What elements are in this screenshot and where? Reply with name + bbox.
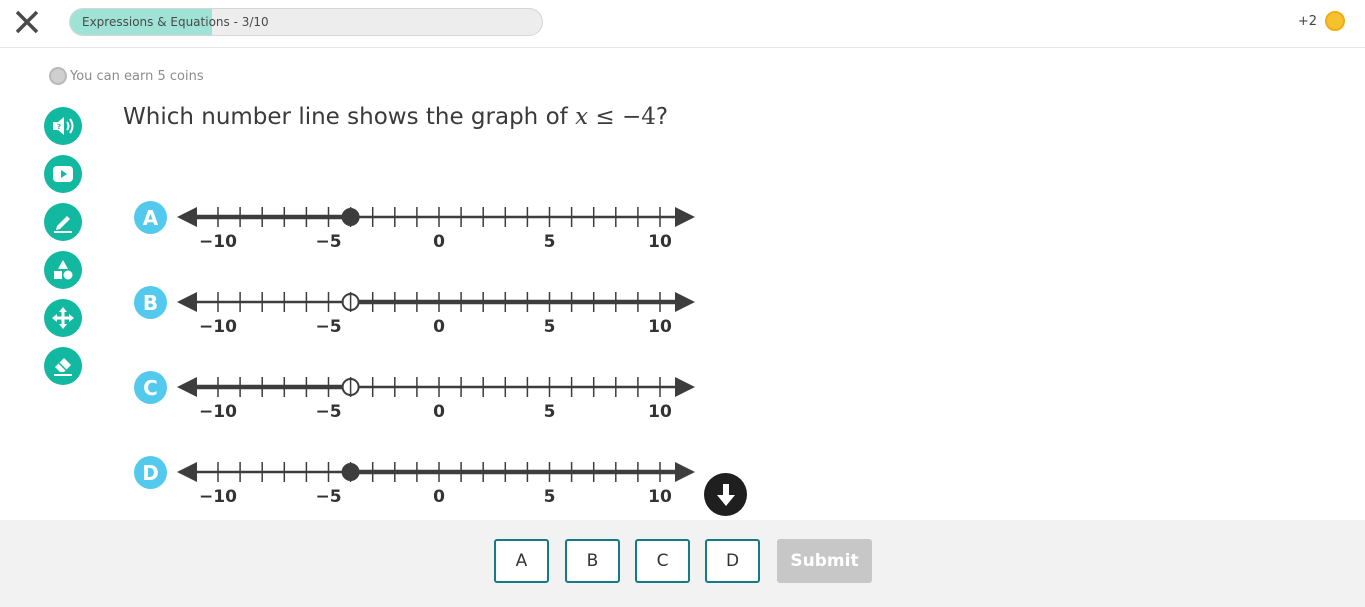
option-badge[interactable]: C <box>134 371 167 404</box>
arrow-left-icon <box>177 292 197 312</box>
shapes-button[interactable] <box>44 251 82 289</box>
option-c[interactable]: C −10 −5 0 5 10 <box>134 371 704 431</box>
draw-button[interactable] <box>44 203 82 241</box>
eraser-icon <box>54 358 72 376</box>
inequality: x ≤ −4 <box>575 104 656 130</box>
answer-button-b[interactable]: B <box>565 539 620 583</box>
tick-label: 10 <box>648 317 672 337</box>
option-b[interactable]: B −10 −5 0 5 10 <box>134 286 704 346</box>
arrow-right-icon <box>675 377 695 397</box>
tick-label: 5 <box>544 402 556 422</box>
tick-label: 0 <box>433 317 445 337</box>
tick-label: −5 <box>315 317 341 337</box>
tool-sidebar: ? <box>44 107 82 395</box>
closed-endpoint <box>341 208 360 226</box>
tick-label: 5 <box>544 317 556 337</box>
pencil-icon <box>54 216 72 233</box>
answer-footer: A B C D Submit <box>0 520 1365 607</box>
option-a[interactable]: A −10 −5 0 5 10 <box>134 201 704 261</box>
number-line-b: −10 −5 0 5 10 <box>177 292 695 337</box>
inequality-relation: ≤ −4 <box>588 104 656 130</box>
inequality-variable: x <box>575 104 589 130</box>
speaker-icon: ? <box>53 117 74 135</box>
submit-button[interactable]: Submit <box>777 539 872 583</box>
question-prefix: Which number line shows the graph of <box>123 104 576 130</box>
earn-coins-text: You can earn 5 coins <box>70 68 204 84</box>
tick-label: −10 <box>199 232 237 252</box>
coin-icon <box>1325 11 1345 31</box>
coin-counter: +2 <box>1298 11 1345 31</box>
arrow-right-icon <box>675 207 695 227</box>
tick-label: −5 <box>315 232 341 252</box>
eraser-button[interactable] <box>44 347 82 385</box>
tick-label: −10 <box>199 317 237 337</box>
svg-text:?: ? <box>57 123 61 131</box>
tick-label: 5 <box>544 232 556 252</box>
arrow-left-icon <box>177 462 197 482</box>
answer-button-c[interactable]: C <box>635 539 690 583</box>
answer-button-d[interactable]: D <box>705 539 760 583</box>
progress-bar: Expressions & Equations - 3/10 <box>69 8 543 36</box>
number-line-c: −10 −5 0 5 10 <box>177 377 695 422</box>
tick-label: 0 <box>433 232 445 252</box>
tick-label: −5 <box>315 487 341 507</box>
video-button[interactable] <box>44 155 82 193</box>
option-d[interactable]: D −10 −5 0 5 10 <box>134 456 704 516</box>
play-icon <box>53 166 73 182</box>
tick-label: 0 <box>433 402 445 422</box>
option-badge[interactable]: B <box>134 286 167 319</box>
closed-endpoint <box>341 463 360 481</box>
tick-label: 5 <box>544 487 556 507</box>
number-line-d: −10 −5 0 5 10 <box>177 462 695 507</box>
option-badge[interactable]: D <box>134 456 167 489</box>
move-icon <box>52 307 74 329</box>
arrow-down-icon <box>716 483 735 506</box>
close-icon <box>15 10 39 34</box>
coin-outline-icon <box>49 67 67 85</box>
tick-label: 10 <box>648 402 672 422</box>
progress-label: Expressions & Equations - 3/10 <box>82 15 269 29</box>
tick-label: 10 <box>648 487 672 507</box>
answer-button-a[interactable]: A <box>494 539 549 583</box>
close-button[interactable] <box>13 8 41 36</box>
scroll-down-button[interactable] <box>704 473 747 516</box>
question-suffix: ? <box>655 104 669 130</box>
top-bar: Expressions & Equations - 3/10 +2 <box>0 0 1365 48</box>
shapes-icon <box>54 260 73 280</box>
move-button[interactable] <box>44 299 82 337</box>
earn-coins-hint: You can earn 5 coins <box>49 67 204 85</box>
tick-label: −10 <box>199 487 237 507</box>
question-text: Which number line shows the graph of x ≤… <box>123 104 668 130</box>
option-badge[interactable]: A <box>134 201 167 234</box>
tick-label: 0 <box>433 487 445 507</box>
coins-earned-label: +2 <box>1297 13 1317 29</box>
number-line-a: −10 −5 0 5 10 <box>177 207 695 252</box>
tick-label: −10 <box>199 402 237 422</box>
tick-label: −5 <box>315 402 341 422</box>
read-aloud-button[interactable]: ? <box>44 107 82 145</box>
tick-label: 10 <box>648 232 672 252</box>
